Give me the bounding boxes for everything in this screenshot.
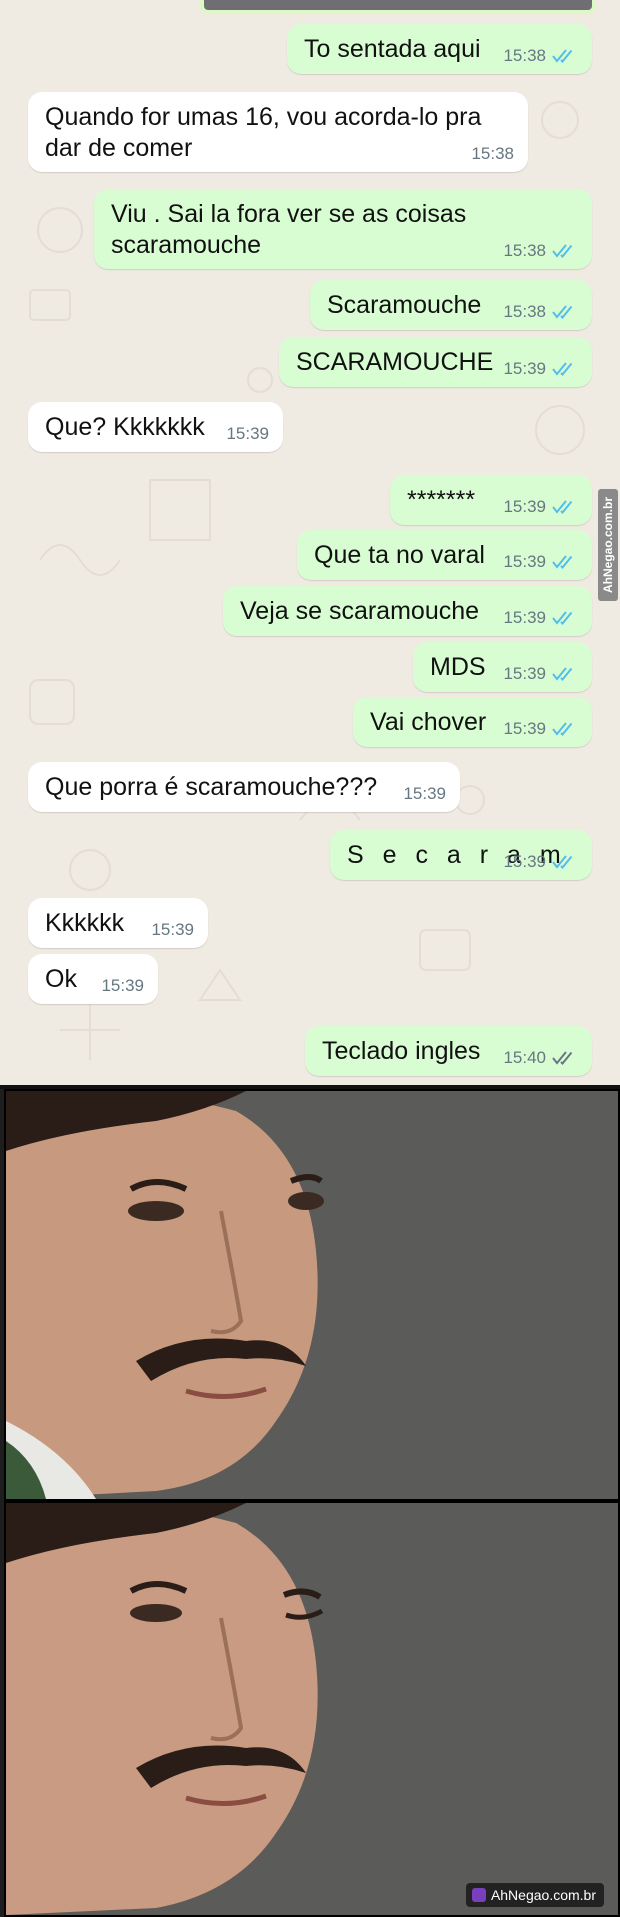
- watermark-badge: AhNegao.com.br: [465, 1883, 604, 1907]
- message-time: 15:38: [503, 46, 546, 65]
- message-text: Ok: [45, 965, 77, 993]
- message-text: Que porra é scaramouche???: [45, 773, 378, 801]
- message-time: 15:39: [503, 852, 546, 871]
- read-ticks-icon: [552, 611, 573, 625]
- message-time: 15:39: [503, 497, 546, 516]
- message-outgoing[interactable]: Viu . Sai la fora ver se as coisas scara…: [94, 189, 592, 269]
- message-time: 15:38: [503, 241, 546, 260]
- message-time: 15:38: [503, 302, 546, 321]
- chat-screen: To sentada aqui 15:38 Quando for umas 16…: [0, 0, 620, 1085]
- message-time: 15:39: [403, 784, 446, 803]
- watermark-side: AhNegao.com.br: [598, 489, 618, 601]
- message-text: Kkkkkk: [45, 909, 125, 937]
- message-text: Que? Kkkkkkk: [45, 413, 205, 441]
- message-outgoing[interactable]: Veja se scaramouche 15:39: [223, 586, 592, 636]
- message-time: 15:40: [503, 1048, 546, 1067]
- message-incoming[interactable]: Quando for umas 16, vou acorda-lo pra da…: [28, 92, 528, 172]
- message-text: Vai chover: [370, 708, 487, 736]
- message-time: 15:39: [503, 359, 546, 378]
- message-outgoing[interactable]: S e c a r a m 15:39: [330, 830, 592, 880]
- message-text: Que ta no varal: [314, 541, 485, 569]
- message-time: 15:39: [101, 976, 144, 995]
- message-outgoing[interactable]: Scaramouche 15:38: [310, 280, 592, 330]
- message-time: 15:39: [503, 664, 546, 683]
- message-text: Scaramouche: [327, 291, 482, 319]
- message-text: Quando for umas 16, vou acorda-lo pra da…: [45, 103, 482, 162]
- message-outgoing[interactable]: ******* 15:39: [390, 475, 592, 525]
- message-text: To sentada aqui: [304, 35, 481, 63]
- message-outgoing[interactable]: SCARAMOUCHE 15:39: [279, 337, 592, 387]
- read-ticks-icon: [552, 667, 573, 681]
- message-time: 15:38: [471, 144, 514, 163]
- delivered-ticks-icon: [552, 1051, 573, 1065]
- read-ticks-icon: [552, 244, 573, 258]
- message-time: 15:39: [226, 424, 269, 443]
- message-time: 15:39: [503, 608, 546, 627]
- message-time: 15:39: [503, 552, 546, 571]
- message-text: MDS: [430, 653, 486, 681]
- read-ticks-icon: [552, 305, 573, 319]
- message-incoming[interactable]: Que? Kkkkkkk 15:39: [28, 402, 283, 452]
- message-incoming[interactable]: Kkkkkk 15:39: [28, 898, 208, 948]
- read-ticks-icon: [552, 362, 573, 376]
- message-text: SCARAMOUCHE: [296, 348, 494, 376]
- message-text: Viu . Sai la fora ver se as coisas scara…: [111, 200, 467, 259]
- message-outgoing[interactable]: MDS 15:39: [413, 642, 592, 692]
- read-ticks-icon: [552, 500, 573, 514]
- read-ticks-icon: [552, 722, 573, 736]
- site-logo-icon: [471, 1888, 486, 1902]
- message-outgoing[interactable]: To sentada aqui 15:38: [287, 24, 592, 74]
- message-incoming[interactable]: Que porra é scaramouche??? 15:39: [28, 762, 460, 812]
- read-ticks-icon: [552, 555, 573, 569]
- message-incoming[interactable]: Ok 15:39: [28, 954, 158, 1004]
- message-outgoing[interactable]: Teclado ingles 15:40: [305, 1026, 592, 1076]
- meme-panel-wink: AhNegao.com.br: [4, 1501, 620, 1917]
- previous-image-message[interactable]: [200, 0, 596, 14]
- message-text: Veja se scaramouche: [240, 597, 480, 625]
- meme-panel-smirk: [4, 1089, 620, 1501]
- read-ticks-icon: [552, 49, 573, 63]
- message-outgoing[interactable]: Que ta no varal 15:39: [297, 530, 592, 580]
- message-time: 15:39: [503, 719, 546, 738]
- message-text: *******: [407, 486, 476, 514]
- man-with-mustache-smirking-icon: [6, 1091, 618, 1499]
- read-ticks-icon: [552, 855, 573, 869]
- message-text: Teclado ingles: [322, 1037, 481, 1065]
- message-outgoing[interactable]: Vai chover 15:39: [353, 697, 592, 747]
- message-time: 15:39: [151, 920, 194, 939]
- man-with-mustache-winking-icon: [6, 1503, 618, 1915]
